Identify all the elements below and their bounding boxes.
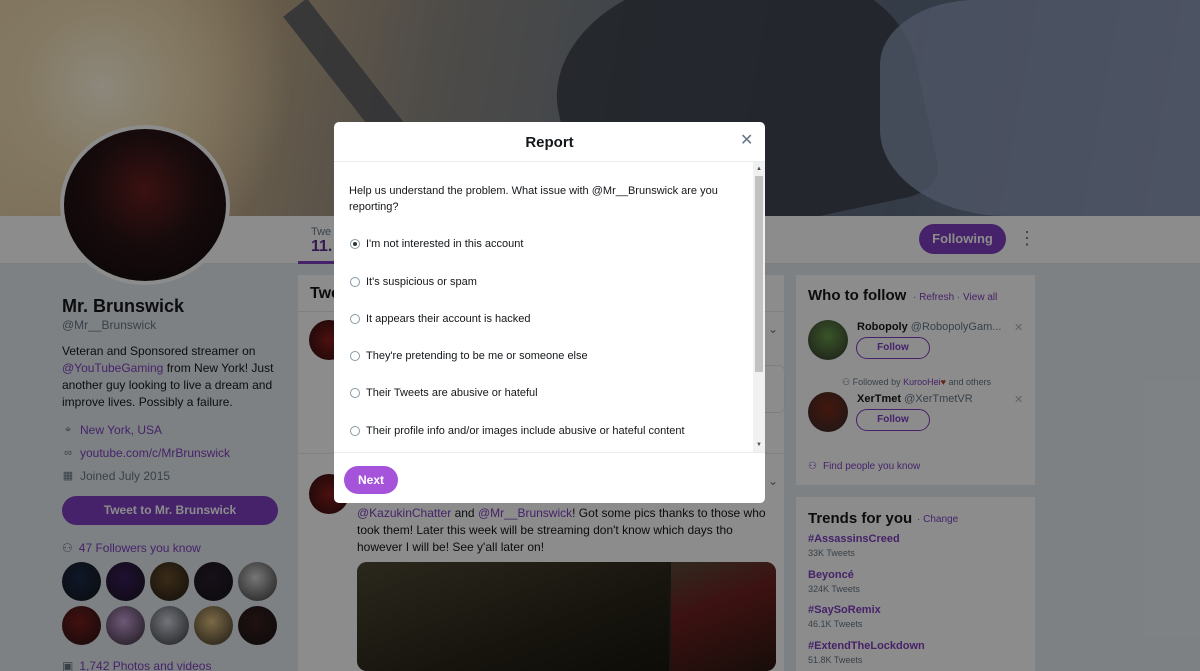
divider [334, 452, 765, 453]
radio-button[interactable] [350, 388, 360, 398]
report-option[interactable]: Their profile info and/or images include… [350, 425, 685, 437]
next-button[interactable]: Next [344, 466, 398, 494]
option-label[interactable]: Their profile info and/or images include… [366, 425, 685, 437]
option-label[interactable]: Their Tweets are abusive or hateful [366, 387, 538, 399]
dialog-scrollbar[interactable]: ▲ ▼ [753, 162, 765, 452]
report-option[interactable]: Their Tweets are abusive or hateful [350, 387, 538, 399]
option-label[interactable]: They're pretending to be me or someone e… [366, 350, 588, 362]
radio-button[interactable] [350, 314, 360, 324]
dialog-title: Report [525, 134, 574, 151]
report-option[interactable]: It appears their account is hacked [350, 313, 530, 325]
report-question: Help us understand the problem. What iss… [349, 185, 718, 213]
option-label[interactable]: It's suspicious or spam [366, 276, 477, 288]
radio-button[interactable] [350, 426, 360, 436]
report-option[interactable]: I'm not interested in this account [350, 238, 523, 250]
dialog-body: Help us understand the problem. What iss… [334, 162, 753, 452]
scroll-up-arrow-icon[interactable]: ▲ [753, 164, 765, 174]
scrollbar-thumb[interactable] [755, 176, 763, 372]
radio-button[interactable] [350, 277, 360, 287]
radio-button[interactable] [350, 239, 360, 249]
scroll-down-arrow-icon[interactable]: ▼ [753, 440, 765, 450]
radio-button[interactable] [350, 351, 360, 361]
option-label[interactable]: It appears their account is hacked [366, 313, 530, 325]
report-dialog: Report ✕ Help us understand the problem.… [334, 122, 765, 503]
option-label[interactable]: I'm not interested in this account [366, 238, 523, 250]
close-icon[interactable]: ✕ [740, 132, 753, 150]
report-option[interactable]: It's suspicious or spam [350, 276, 477, 288]
report-option[interactable]: They're pretending to be me or someone e… [350, 350, 588, 362]
